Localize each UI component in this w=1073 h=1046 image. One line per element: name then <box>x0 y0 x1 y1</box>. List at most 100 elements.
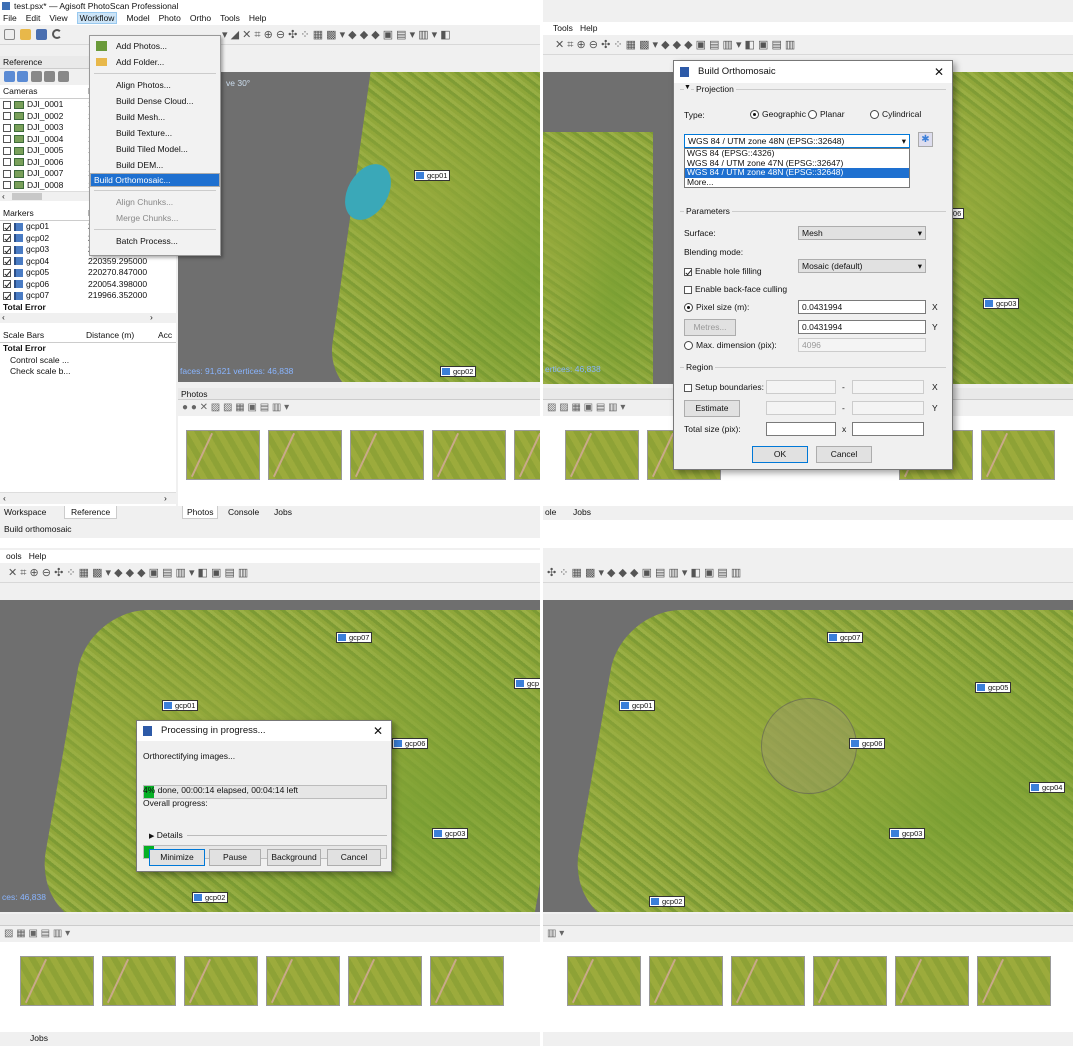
gcp-marker[interactable]: gcp07 <box>336 632 373 643</box>
minimize-button[interactable]: Minimize <box>149 849 205 866</box>
gcp-marker[interactable]: gcp03 <box>889 828 926 839</box>
type-cylindrical[interactable]: Cylindrical <box>870 109 921 120</box>
menu-model[interactable]: Model <box>126 13 149 23</box>
scroll-right-icon[interactable]: › <box>164 493 167 503</box>
tab-workspace[interactable]: Workspace <box>4 507 46 517</box>
grid-icon[interactable] <box>44 71 56 83</box>
menu-file[interactable]: File <box>3 13 17 23</box>
crs-option[interactable]: More... <box>685 178 909 188</box>
tab-photos[interactable]: Photos <box>182 506 219 519</box>
marker-row[interactable]: gcp05 220270.847000 <box>0 267 176 279</box>
crs-select[interactable]: WGS 84 / UTM zone 48N (EPSG::32648) ▾ <box>684 134 910 148</box>
gcp-marker[interactable]: gcp01 <box>619 700 656 711</box>
photo-thumbnail[interactable] <box>567 956 641 1006</box>
scroll-left-icon[interactable]: ‹ <box>3 493 6 503</box>
import-icon[interactable] <box>4 71 15 83</box>
marker-row[interactable]: gcp06 220054.398000 <box>0 279 176 291</box>
menu-tools[interactable]: Tools <box>220 13 240 23</box>
gcp-marker[interactable]: gcp02 <box>440 366 477 377</box>
pause-button[interactable]: Pause <box>209 849 261 866</box>
boundary-x-min[interactable] <box>766 380 836 394</box>
type-planar[interactable]: Planar <box>808 109 845 120</box>
scalebars-col-label[interactable]: Scale Bars <box>3 330 44 340</box>
gcp-marker[interactable]: gcp01 <box>162 700 199 711</box>
save-icon[interactable] <box>36 29 47 40</box>
menu-tools[interactable]: ools <box>6 551 22 561</box>
photo-thumbnail[interactable] <box>981 430 1055 480</box>
menu-edit[interactable]: Edit <box>26 13 41 23</box>
boundary-y-max[interactable] <box>852 401 924 415</box>
checkbox-icon[interactable] <box>3 146 11 155</box>
photo-thumbnail[interactable] <box>813 956 887 1006</box>
details-toggle[interactable]: ▶ Details <box>149 830 183 840</box>
checkbox-icon[interactable] <box>3 169 11 178</box>
checkbox-icon[interactable] <box>3 181 11 190</box>
boundary-y-min[interactable] <box>766 401 836 415</box>
checkbox-checked-icon[interactable] <box>3 257 11 266</box>
navigation-sphere[interactable] <box>761 698 857 794</box>
gcp-marker[interactable]: gcp06 <box>392 738 429 749</box>
checkbox-checked-icon[interactable] <box>3 280 11 289</box>
photo-thumbnail[interactable] <box>649 956 723 1006</box>
crs-settings-icon[interactable]: ✱ <box>918 132 933 147</box>
ok-button[interactable]: OK <box>752 446 808 463</box>
gcp-marker[interactable]: gcp05 <box>975 682 1012 693</box>
close-icon[interactable]: ✕ <box>934 61 944 83</box>
markers-col-label[interactable]: Markers <box>3 208 34 218</box>
surface-select[interactable]: Mesh ▾ <box>798 226 926 240</box>
total-size-y[interactable] <box>852 422 924 436</box>
menu-item-build-tiled-model[interactable]: Build Tiled Model... <box>90 141 220 157</box>
scalebars-col-distance[interactable]: Distance (m) <box>86 330 134 340</box>
menu-item-build-mesh[interactable]: Build Mesh... <box>90 109 220 125</box>
panel-hscroll[interactable]: ‹ › <box>0 492 176 504</box>
checkbox-icon[interactable] <box>3 100 11 109</box>
checkbox-checked-icon[interactable] <box>3 245 11 254</box>
photo-thumbnail[interactable] <box>895 956 969 1006</box>
menu-item-build-dem[interactable]: Build DEM... <box>90 157 220 173</box>
checkbox-checked-icon[interactable] <box>3 222 11 231</box>
menu-view[interactable]: View <box>49 13 67 23</box>
menu-help[interactable]: Help <box>580 23 597 33</box>
pixel-size-x[interactable]: 0.0431994 <box>798 300 926 314</box>
menu-item-merge-chunks[interactable]: Merge Chunks... <box>90 210 220 226</box>
scroll-right-icon[interactable]: › <box>150 312 153 322</box>
crs-option[interactable]: WGS 84 / UTM zone 47N (EPSG::32647) <box>685 159 909 169</box>
hole-filling-checkbox[interactable]: Enable hole filling <box>684 266 762 276</box>
photo-thumbnail[interactable] <box>514 430 540 480</box>
menu-help[interactable]: Help <box>29 551 46 561</box>
gcp-marker[interactable]: gcp03 <box>983 298 1020 309</box>
table-icon[interactable] <box>30 71 42 83</box>
model-view[interactable] <box>543 600 1073 912</box>
backface-checkbox[interactable]: Enable back-face culling <box>684 284 787 294</box>
estimate-button[interactable]: Estimate <box>684 400 740 417</box>
gcp-marker[interactable]: gcp07 <box>827 632 864 643</box>
menu-item-build-dense-cloud[interactable]: Build Dense Cloud... <box>90 93 220 109</box>
close-icon[interactable]: ✕ <box>373 721 383 741</box>
menu-item-build-texture[interactable]: Build Texture... <box>90 125 220 141</box>
photo-thumbnail[interactable] <box>20 956 94 1006</box>
photo-thumbnail[interactable] <box>977 956 1051 1006</box>
collapse-icon[interactable]: ▼ <box>684 84 691 91</box>
menu-tools[interactable]: Tools <box>553 23 573 33</box>
checkbox-icon[interactable] <box>3 158 11 167</box>
photo-thumbnail[interactable] <box>348 956 422 1006</box>
undo-icon[interactable] <box>52 29 62 39</box>
photo-thumbnail[interactable] <box>565 430 639 480</box>
gcp-marker[interactable]: gcp03 <box>432 828 469 839</box>
tab-jobs[interactable]: Jobs <box>274 507 292 517</box>
menu-workflow[interactable]: Workflow <box>76 12 118 24</box>
total-size-x[interactable] <box>766 422 836 436</box>
photo-thumbnail[interactable] <box>266 956 340 1006</box>
gcp-marker[interactable]: gcp <box>514 678 540 689</box>
gcp-marker[interactable]: gcp02 <box>192 892 229 903</box>
cancel-button[interactable]: Cancel <box>327 849 381 866</box>
checkbox-checked-icon[interactable] <box>3 234 11 243</box>
gcp-marker[interactable]: gcp02 <box>649 896 686 907</box>
metres-button[interactable]: Metres... <box>684 319 736 336</box>
gcp-marker[interactable]: gcp04 <box>1029 782 1066 793</box>
menu-ortho[interactable]: Ortho <box>190 13 211 23</box>
tab-jobs[interactable]: Jobs <box>573 507 591 517</box>
checkbox-icon[interactable] <box>3 123 11 132</box>
markers-hscroll[interactable]: ‹ › <box>0 312 176 323</box>
checkbox-icon[interactable] <box>3 135 11 144</box>
